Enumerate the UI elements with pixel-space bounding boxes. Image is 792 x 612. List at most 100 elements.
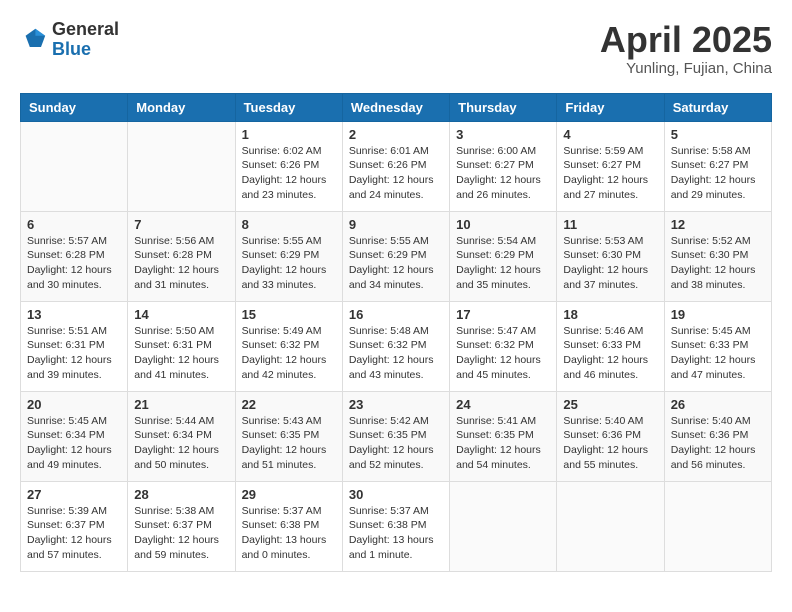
- day-number: 25: [563, 397, 657, 412]
- calendar-cell: 8 Sunrise: 5:55 AMSunset: 6:29 PMDaylight…: [235, 211, 342, 301]
- calendar-cell: 26 Sunrise: 5:40 AMSunset: 6:36 PMDayligh…: [664, 391, 771, 481]
- week-row-2: 6 Sunrise: 5:57 AMSunset: 6:28 PMDaylight…: [21, 211, 772, 301]
- calendar-cell: 14 Sunrise: 5:50 AMSunset: 6:31 PMDayligh…: [128, 301, 235, 391]
- day-info: Sunrise: 5:57 AMSunset: 6:28 PMDaylight:…: [27, 234, 121, 293]
- day-info: Sunrise: 6:02 AMSunset: 6:26 PMDaylight:…: [242, 144, 336, 203]
- calendar-cell: 2 Sunrise: 6:01 AMSunset: 6:26 PMDaylight…: [342, 121, 449, 211]
- weekday-header-thursday: Thursday: [450, 93, 557, 121]
- day-number: 12: [671, 217, 765, 232]
- calendar-cell: 21 Sunrise: 5:44 AMSunset: 6:34 PMDayligh…: [128, 391, 235, 481]
- day-info: Sunrise: 5:48 AMSunset: 6:32 PMDaylight:…: [349, 324, 443, 383]
- day-number: 9: [349, 217, 443, 232]
- day-number: 6: [27, 217, 121, 232]
- day-number: 30: [349, 487, 443, 502]
- day-number: 4: [563, 127, 657, 142]
- day-info: Sunrise: 5:55 AMSunset: 6:29 PMDaylight:…: [349, 234, 443, 293]
- weekday-header-saturday: Saturday: [664, 93, 771, 121]
- day-info: Sunrise: 5:44 AMSunset: 6:34 PMDaylight:…: [134, 414, 228, 473]
- day-info: Sunrise: 5:45 AMSunset: 6:34 PMDaylight:…: [27, 414, 121, 473]
- calendar-cell: 19 Sunrise: 5:45 AMSunset: 6:33 PMDayligh…: [664, 301, 771, 391]
- calendar-cell: 24 Sunrise: 5:41 AMSunset: 6:35 PMDayligh…: [450, 391, 557, 481]
- day-number: 7: [134, 217, 228, 232]
- calendar-cell: 30Sunrise: 5:37 AMSunset: 6:38 PMDayligh…: [342, 481, 449, 571]
- calendar-cell: [128, 121, 235, 211]
- day-number: 15: [242, 307, 336, 322]
- day-info: Sunrise: 5:40 AMSunset: 6:36 PMDaylight:…: [563, 414, 657, 473]
- calendar-cell: [664, 481, 771, 571]
- calendar-cell: 15Sunrise: 5:49 AMSunset: 6:32 PMDayligh…: [235, 301, 342, 391]
- calendar-cell: 3 Sunrise: 6:00 AMSunset: 6:27 PMDaylight…: [450, 121, 557, 211]
- day-number: 2: [349, 127, 443, 142]
- calendar-cell: 25 Sunrise: 5:40 AMSunset: 6:36 PMDayligh…: [557, 391, 664, 481]
- day-number: 27: [27, 487, 121, 502]
- calendar-cell: [450, 481, 557, 571]
- calendar-cell: 11Sunrise: 5:53 AMSunset: 6:30 PMDayligh…: [557, 211, 664, 301]
- calendar-cell: 23Sunrise: 5:42 AMSunset: 6:35 PMDayligh…: [342, 391, 449, 481]
- day-info: Sunrise: 6:01 AMSunset: 6:26 PMDaylight:…: [349, 144, 443, 203]
- calendar-cell: 20 Sunrise: 5:45 AMSunset: 6:34 PMDayligh…: [21, 391, 128, 481]
- day-info: Sunrise: 5:39 AMSunset: 6:37 PMDaylight:…: [27, 504, 121, 563]
- day-number: 22: [242, 397, 336, 412]
- day-info: Sunrise: 5:37 AMSunset: 6:38 PMDaylight:…: [242, 504, 336, 563]
- month-title: April 2025: [600, 20, 772, 60]
- day-number: 28: [134, 487, 228, 502]
- day-info: Sunrise: 5:58 AMSunset: 6:27 PMDaylight:…: [671, 144, 765, 203]
- calendar-cell: 12 Sunrise: 5:52 AMSunset: 6:30 PMDayligh…: [664, 211, 771, 301]
- day-number: 1: [242, 127, 336, 142]
- day-info: Sunrise: 5:59 AMSunset: 6:27 PMDaylight:…: [563, 144, 657, 203]
- day-info: Sunrise: 5:52 AMSunset: 6:30 PMDaylight:…: [671, 234, 765, 293]
- day-number: 14: [134, 307, 228, 322]
- weekday-header-row: SundayMondayTuesdayWednesdayThursdayFrid…: [21, 93, 772, 121]
- calendar-cell: 18Sunrise: 5:46 AMSunset: 6:33 PMDayligh…: [557, 301, 664, 391]
- day-number: 23: [349, 397, 443, 412]
- weekday-header-sunday: Sunday: [21, 93, 128, 121]
- day-number: 24: [456, 397, 550, 412]
- calendar-cell: 9 Sunrise: 5:55 AMSunset: 6:29 PMDaylight…: [342, 211, 449, 301]
- day-number: 10: [456, 217, 550, 232]
- calendar-cell: 6 Sunrise: 5:57 AMSunset: 6:28 PMDaylight…: [21, 211, 128, 301]
- day-number: 17: [456, 307, 550, 322]
- weekday-header-friday: Friday: [557, 93, 664, 121]
- calendar-cell: 5 Sunrise: 5:58 AMSunset: 6:27 PMDaylight…: [664, 121, 771, 211]
- calendar-cell: 17 Sunrise: 5:47 AMSunset: 6:32 PMDayligh…: [450, 301, 557, 391]
- day-info: Sunrise: 6:00 AMSunset: 6:27 PMDaylight:…: [456, 144, 550, 203]
- weekday-header-wednesday: Wednesday: [342, 93, 449, 121]
- day-number: 11: [563, 217, 657, 232]
- day-number: 3: [456, 127, 550, 142]
- day-number: 13: [27, 307, 121, 322]
- day-number: 29: [242, 487, 336, 502]
- day-number: 20: [27, 397, 121, 412]
- day-number: 19: [671, 307, 765, 322]
- logo-text: General Blue: [52, 20, 119, 60]
- title-block: April 2025 Yunling, Fujian, China: [600, 20, 772, 77]
- general-blue-logo-icon: [20, 26, 48, 54]
- day-number: 26: [671, 397, 765, 412]
- day-info: Sunrise: 5:45 AMSunset: 6:33 PMDaylight:…: [671, 324, 765, 383]
- week-row-5: 27 Sunrise: 5:39 AMSunset: 6:37 PMDayligh…: [21, 481, 772, 571]
- day-info: Sunrise: 5:38 AMSunset: 6:37 PMDaylight:…: [134, 504, 228, 563]
- day-info: Sunrise: 5:41 AMSunset: 6:35 PMDaylight:…: [456, 414, 550, 473]
- weekday-header-tuesday: Tuesday: [235, 93, 342, 121]
- day-info: Sunrise: 5:47 AMSunset: 6:32 PMDaylight:…: [456, 324, 550, 383]
- day-info: Sunrise: 5:50 AMSunset: 6:31 PMDaylight:…: [134, 324, 228, 383]
- weekday-header-monday: Monday: [128, 93, 235, 121]
- calendar-table: SundayMondayTuesdayWednesdayThursdayFrid…: [20, 93, 772, 572]
- calendar-cell: 16Sunrise: 5:48 AMSunset: 6:32 PMDayligh…: [342, 301, 449, 391]
- calendar-cell: 28 Sunrise: 5:38 AMSunset: 6:37 PMDayligh…: [128, 481, 235, 571]
- week-row-3: 13 Sunrise: 5:51 AMSunset: 6:31 PMDayligh…: [21, 301, 772, 391]
- calendar-cell: 4 Sunrise: 5:59 AMSunset: 6:27 PMDaylight…: [557, 121, 664, 211]
- logo-blue: Blue: [52, 39, 91, 59]
- day-number: 21: [134, 397, 228, 412]
- location: Yunling, Fujian, China: [600, 60, 772, 77]
- week-row-1: 1 Sunrise: 6:02 AMSunset: 6:26 PMDaylight…: [21, 121, 772, 211]
- logo: General Blue: [20, 20, 119, 60]
- day-info: Sunrise: 5:40 AMSunset: 6:36 PMDaylight:…: [671, 414, 765, 473]
- page-header: General Blue April 2025 Yunling, Fujian,…: [20, 20, 772, 77]
- day-info: Sunrise: 5:55 AMSunset: 6:29 PMDaylight:…: [242, 234, 336, 293]
- day-number: 18: [563, 307, 657, 322]
- day-number: 5: [671, 127, 765, 142]
- calendar-cell: 27 Sunrise: 5:39 AMSunset: 6:37 PMDayligh…: [21, 481, 128, 571]
- day-info: Sunrise: 5:51 AMSunset: 6:31 PMDaylight:…: [27, 324, 121, 383]
- day-info: Sunrise: 5:54 AMSunset: 6:29 PMDaylight:…: [456, 234, 550, 293]
- day-number: 8: [242, 217, 336, 232]
